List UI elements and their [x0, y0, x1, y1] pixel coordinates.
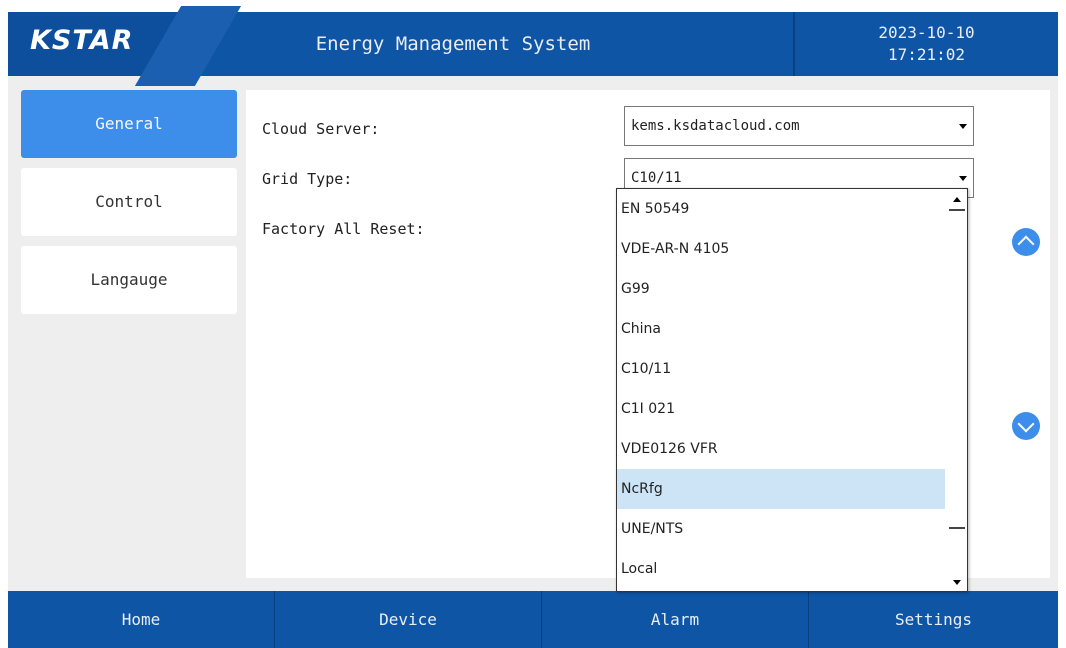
dropdown-option[interactable]: VDE-AR-N 4105 [617, 229, 945, 269]
dropdown-option[interactable]: UNE/NTS [617, 509, 945, 549]
scroll-down-arrow-icon[interactable] [950, 575, 964, 589]
clock: 2023-10-10 17:21:02 [795, 22, 1058, 66]
menu-item-general[interactable]: General [21, 90, 237, 158]
grid-type-value: C10/11 [631, 170, 682, 186]
scroll-down-icon[interactable] [1012, 412, 1040, 440]
dropdown-option[interactable]: C1I 021 [617, 389, 945, 429]
factory-reset-label: Factory All Reset: [262, 220, 425, 238]
app-title: Energy Management System [315, 33, 591, 55]
grid-type-label: Grid Type: [262, 170, 353, 188]
dropdown-option[interactable]: G99 [617, 269, 945, 309]
brand-logo: KSTAR [30, 25, 134, 56]
logo-box: KSTAR [8, 6, 242, 86]
clock-date: 2023-10-10 [878, 23, 975, 42]
scrollbar-thumb[interactable] [949, 209, 965, 529]
dropdown-option[interactable]: NcRfg [617, 469, 945, 509]
menu-item-control[interactable]: Control [21, 168, 237, 236]
dropdown-scrollbar[interactable] [947, 189, 967, 591]
dropdown-option[interactable]: C10/11 [617, 349, 945, 389]
chevron-down-icon [959, 124, 967, 129]
header-bar: KSTAR Energy Management System 2023-10-1… [8, 6, 1058, 86]
nav-device[interactable]: Device [275, 591, 541, 648]
clock-time: 17:21:02 [887, 45, 966, 64]
nav-settings[interactable]: Settings [809, 591, 1058, 648]
nav-home[interactable]: Home [8, 591, 274, 648]
menu-item-language[interactable]: Langauge [21, 246, 237, 314]
logo-decoration [134, 6, 242, 86]
dropdown-option[interactable]: EN 50549 [617, 189, 945, 229]
cloud-server-label: Cloud Server: [262, 120, 380, 138]
cloud-server-value: kems.ksdatacloud.com [631, 118, 800, 134]
grid-type-dropdown[interactable]: EN 50549 VDE-AR-N 4105 G99 China C10/11 … [616, 188, 968, 592]
dropdown-option[interactable]: VDE0126 VFR [617, 429, 945, 469]
scroll-up-arrow-icon[interactable] [950, 193, 964, 207]
dropdown-option[interactable]: Local [617, 549, 945, 589]
dropdown-option[interactable]: China [617, 309, 945, 349]
nav-alarm[interactable]: Alarm [542, 591, 808, 648]
scroll-up-icon[interactable] [1012, 228, 1040, 256]
bottom-nav: Home Device Alarm Settings [8, 591, 1058, 648]
cloud-server-select[interactable]: kems.ksdatacloud.com [624, 106, 974, 146]
chevron-down-icon [959, 176, 967, 181]
